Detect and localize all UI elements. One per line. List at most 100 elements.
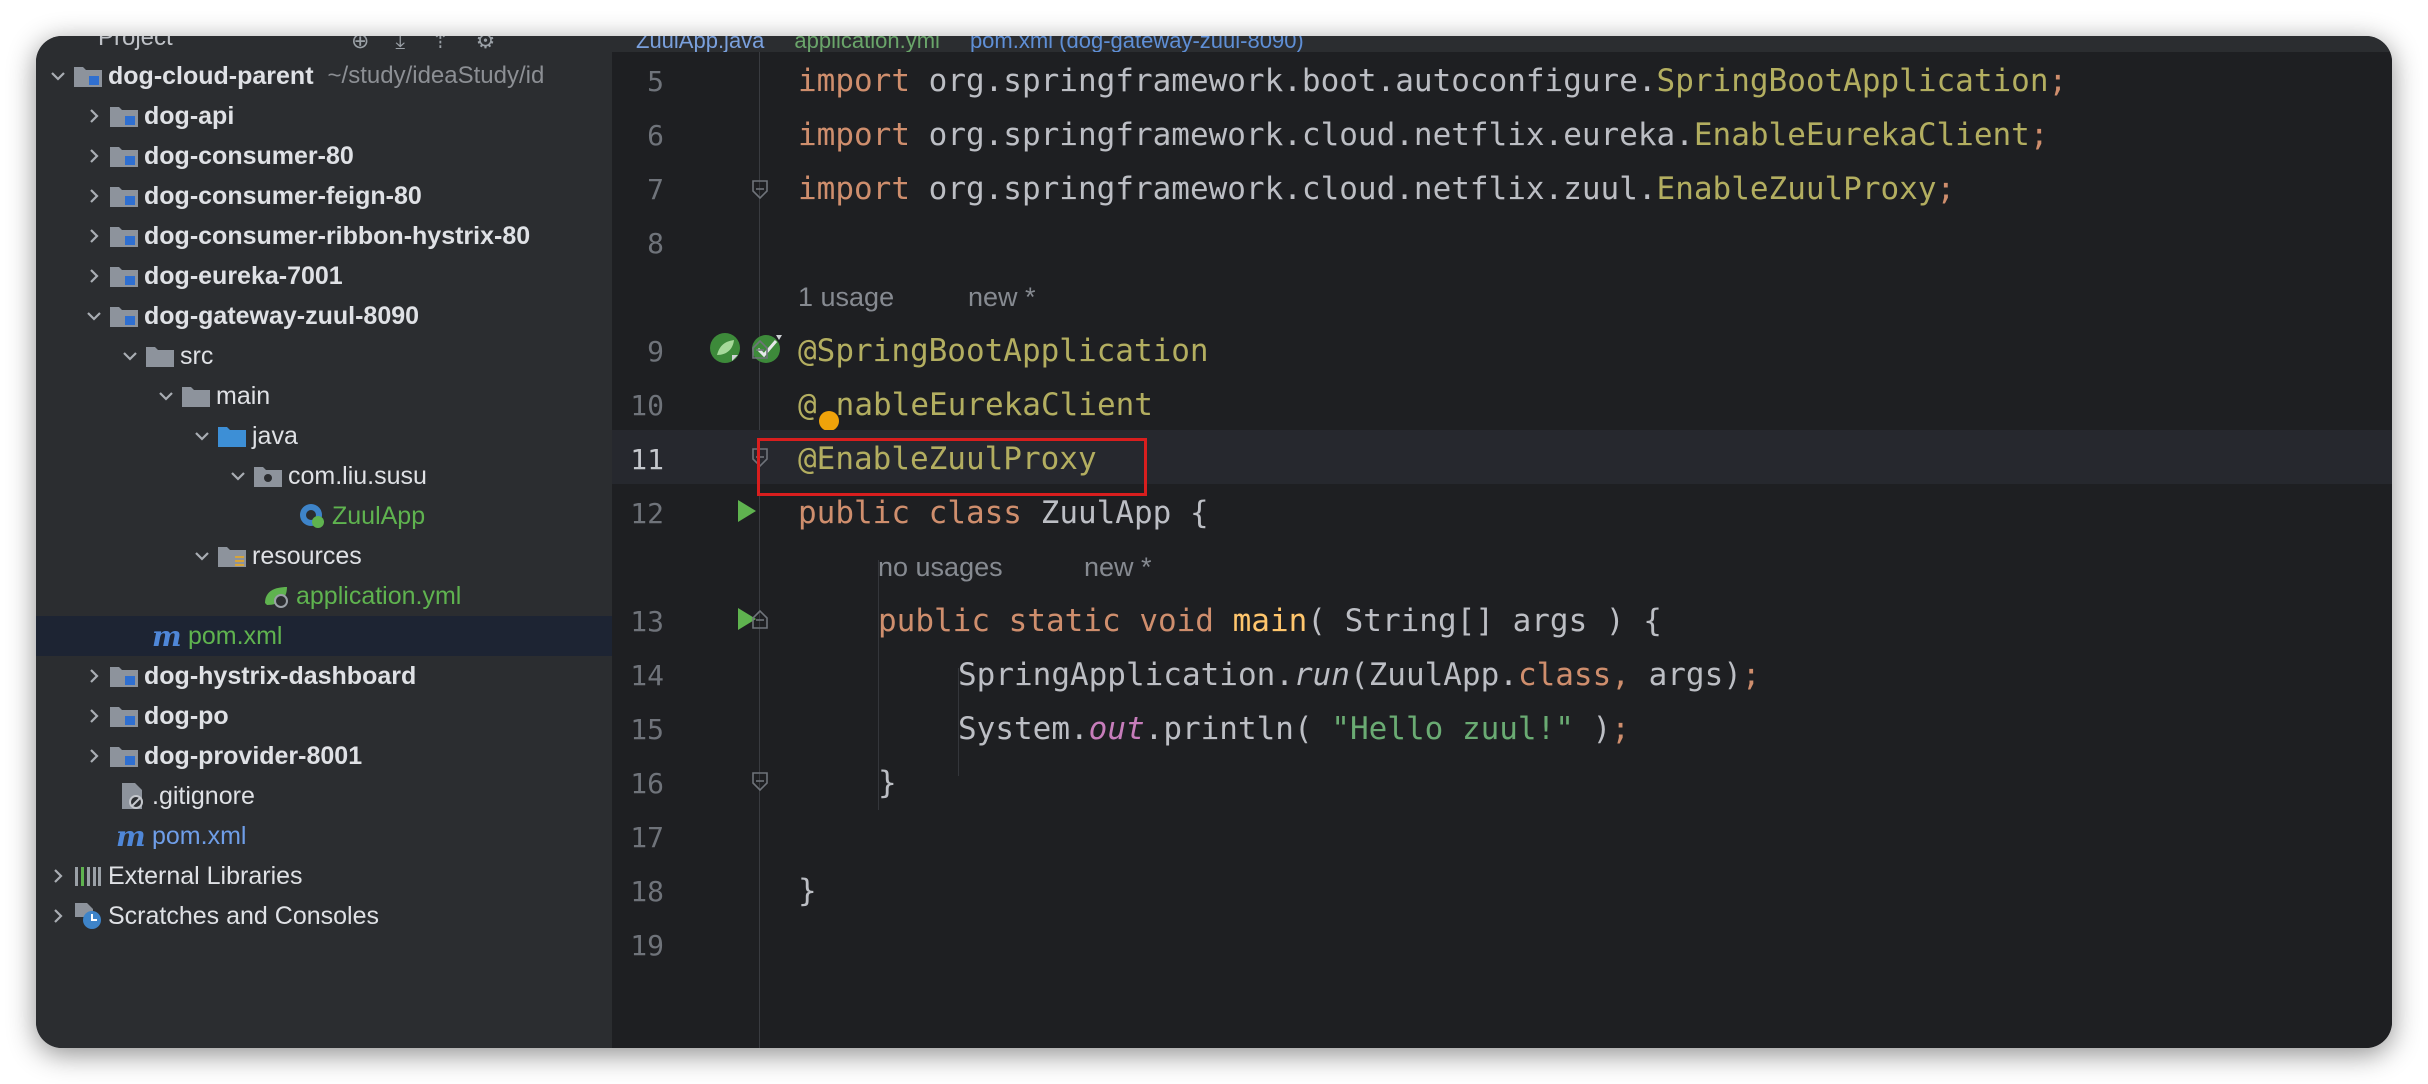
project-path: ~/study/ideaStudy/id [327,62,545,89]
tree-item-dog-provider-8001[interactable]: dog-provider-8001 [36,736,612,776]
static-method: run [1293,657,1350,693]
tree-item-java[interactable]: java [36,416,612,456]
module-folder-icon [108,263,140,289]
module-folder-icon [108,743,140,769]
tree-item-application-yml[interactable]: application.yml [36,576,612,616]
tab-application-yml[interactable]: application.yml [794,36,940,52]
inlay-hint-line: 1 usage new * [612,268,2392,322]
line-number: 15 [630,713,664,746]
code-line-15: 15 System.out.println( "Hello zuul!" ); [612,700,2392,754]
lightbulb-icon[interactable] [818,411,839,431]
tree-item-dog-consumer-feign-80[interactable]: dog-consumer-feign-80 [36,176,612,216]
tab-pom-xml[interactable]: pom.xml (dog-gateway-zuul-8090) [970,36,1304,52]
tree-item-dog-eureka-7001[interactable]: dog-eureka-7001 [36,256,612,296]
semicolon: ; [1611,711,1630,747]
tree-item-dog-api[interactable]: dog-api [36,96,612,136]
chevron-down-icon[interactable] [80,310,108,322]
tree-item-package[interactable]: com.liu.susu [36,456,612,496]
package-icon [252,463,284,489]
args-rest: args) [1629,657,1742,693]
code-text: System.out.println( "Hello zuul!" ); [958,711,1630,747]
tree-item-root[interactable]: dog-cloud-parent ~/study/ideaStudy/id [36,56,612,96]
object-ref: System. [958,711,1089,747]
chevron-right-icon[interactable] [80,148,108,164]
tree-item-gitignore[interactable]: .gitignore [36,776,612,816]
keyword-public: public [878,603,990,639]
line-number: 11 [630,443,664,476]
spring-bean-icon[interactable] [708,331,744,367]
code-line-18: 18 } [612,862,2392,916]
chevron-right-icon[interactable] [44,868,72,884]
line-number: 17 [630,821,664,854]
code-editor[interactable]: 5 import org.springframework.boot.autoco… [612,52,2392,1048]
chevron-down-icon[interactable] [116,350,144,362]
keyword-public: public [798,495,910,531]
chevron-down-icon[interactable] [224,470,252,482]
chevron-right-icon[interactable] [80,748,108,764]
code-line-10: 10 @ nableEurekaClient [612,376,2392,431]
code-line-16: 16 } [612,754,2392,808]
code-text: } [798,873,817,909]
chevron-right-icon[interactable] [80,708,108,724]
tree-item-src[interactable]: src [36,336,612,376]
tree-item-main[interactable]: main [36,376,612,416]
chevron-down-icon[interactable] [188,430,216,442]
class-name: SpringBootApplication [1656,63,2049,99]
author-hint[interactable]: new * [1084,552,1152,583]
tree-item-zuulapp[interactable]: ZuulApp [36,496,612,536]
chevron-right-icon[interactable] [80,108,108,124]
line-number: 12 [630,497,664,530]
code-line-6: 6 import org.springframework.cloud.netfl… [612,106,2392,160]
code-line-7: 7 import org.springframework.cloud.netfl… [612,160,2392,214]
tree-item-root-pom-xml[interactable]: m pom.xml [36,816,612,856]
tree-item-dog-consumer-ribbon-hystrix-80[interactable]: dog-consumer-ribbon-hystrix-80 [36,216,612,256]
module-folder-icon [108,103,140,129]
fold-start-icon[interactable] [751,339,769,359]
top-toolbar: Project ⊕⤓⇡⚙ ZuulApp.java application.ym… [36,36,2392,52]
method-name: main [1232,603,1308,639]
tree-item-dog-consumer-80[interactable]: dog-consumer-80 [36,136,612,176]
closing-brace: } [878,765,897,801]
semicolon: ; [1936,171,1956,207]
tree-label: .gitignore [152,781,255,810]
tree-item-dog-gateway-zuul-8090[interactable]: dog-gateway-zuul-8090 [36,296,612,336]
chevron-right-icon[interactable] [80,188,108,204]
usages-hint[interactable]: no usages [878,552,1003,583]
call-close: ) [1573,711,1612,747]
usages-hint[interactable]: 1 usage [798,282,894,313]
class-name: ZuulApp [1040,495,1172,531]
chevron-down-icon[interactable] [188,550,216,562]
fold-end-icon[interactable] [751,180,769,200]
tree-item-external-libraries[interactable]: External Libraries [36,856,612,896]
project-view-title[interactable]: Project [98,36,173,52]
chevron-right-icon[interactable] [80,668,108,684]
line-number: 6 [647,119,664,152]
project-toolbar-icons[interactable]: ⊕⤓⇡⚙ [351,36,521,52]
module-folder-icon [108,223,140,249]
chevron-right-icon[interactable] [44,908,72,924]
line-number: 16 [630,767,664,800]
chevron-right-icon[interactable] [80,268,108,284]
tree-item-scratches[interactable]: Scratches and Consoles [36,896,612,936]
tree-label: dog-consumer-feign-80 [144,181,422,210]
tree-item-resources[interactable]: resources [36,536,612,576]
author-hint[interactable]: new * [968,282,1036,313]
code-text: @ nableEurekaClient [798,387,1153,431]
args-open: (ZuulApp. [1349,657,1518,693]
chevron-down-icon[interactable] [44,70,72,82]
fold-start-icon[interactable] [751,609,769,629]
tree-label: dog-po [144,701,229,730]
fold-end-icon[interactable] [751,772,769,792]
chevron-right-icon[interactable] [80,228,108,244]
run-icon[interactable] [736,499,758,523]
tab-zuulapp-java[interactable]: ZuulApp.java [636,36,764,52]
comma: , [1611,657,1630,693]
code-line-17: 17 [612,808,2392,862]
chevron-down-icon[interactable] [152,390,180,402]
tree-item-dog-po[interactable]: dog-po [36,696,612,736]
tree-item-dog-hystrix-dashboard[interactable]: dog-hystrix-dashboard [36,656,612,696]
annotation-rest: nableEurekaClient [835,387,1153,423]
keyword-static: static [1008,603,1121,639]
resources-folder-icon [216,543,248,569]
tree-item-module-pom-xml[interactable]: m pom.xml [36,616,612,656]
